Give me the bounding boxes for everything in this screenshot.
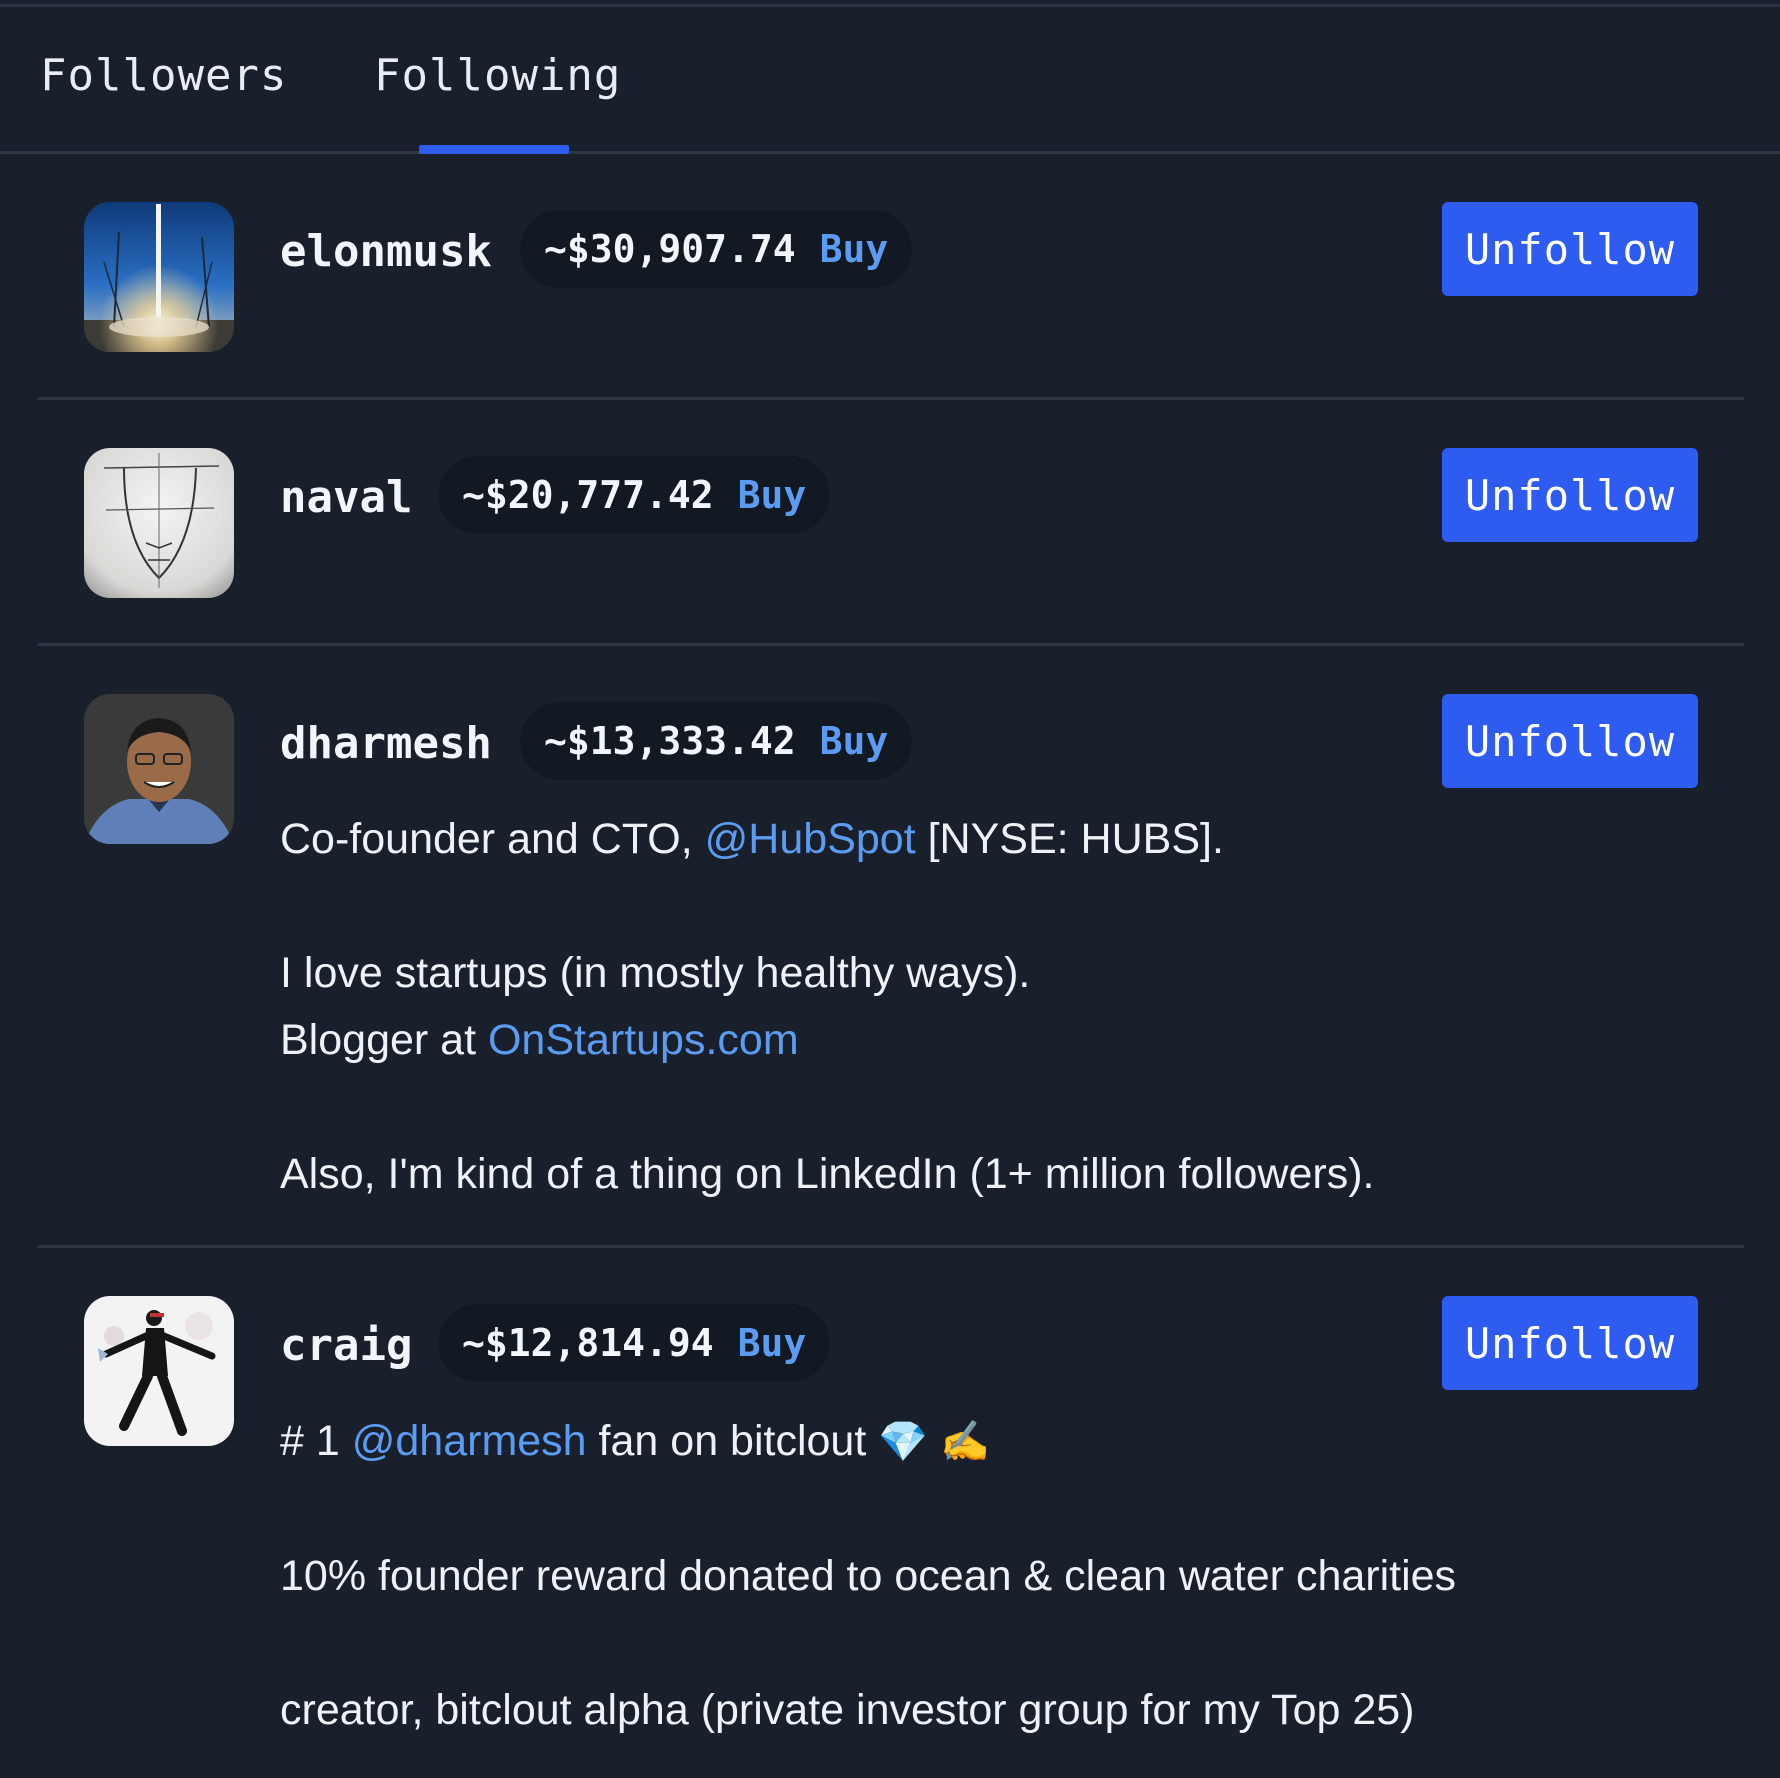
bio-spacer: [280, 1610, 1520, 1677]
bio-text: Blogger at: [280, 1016, 488, 1064]
coin-price: ~$30,907.74: [544, 227, 796, 271]
dancing-figure-avatar-icon: [84, 1296, 234, 1446]
buy-link[interactable]: Buy: [738, 473, 807, 517]
avatar[interactable]: [84, 202, 234, 352]
list-item: naval ~$20,777.42 Buy Unfollow: [0, 400, 1780, 646]
avatar[interactable]: [84, 448, 234, 598]
buy-link[interactable]: Buy: [820, 227, 889, 271]
onstartups-link[interactable]: OnStartups.com: [488, 1016, 799, 1064]
rocket-launch-avatar-icon: [84, 202, 234, 352]
unfollow-button[interactable]: Unfollow: [1442, 448, 1698, 542]
bio-text: fan on bitclout: [586, 1417, 867, 1465]
price-pill: ~$12,814.94 Buy: [438, 1304, 831, 1382]
price-pill: ~$30,907.74 Buy: [520, 210, 913, 288]
tab-bar: Followers Following: [0, 0, 1780, 154]
buy-link[interactable]: Buy: [738, 1321, 807, 1365]
bio-line: creator, bitclout alpha (private investo…: [280, 1686, 1415, 1734]
price-pill: ~$20,777.42 Buy: [438, 456, 831, 534]
dharmesh-link[interactable]: @dharmesh: [352, 1417, 587, 1465]
username[interactable]: dharmesh: [280, 718, 492, 769]
bio-line: 10% founder reward donated to ocean & cl…: [280, 1552, 1457, 1600]
bio-text: [NYSE: HUBS].: [915, 815, 1224, 863]
bio-line: Also, I'm kind of a thing on LinkedIn (1…: [280, 1150, 1375, 1198]
bio-spacer: [280, 1074, 1520, 1141]
hubspot-link[interactable]: @HubSpot: [705, 815, 916, 863]
portrait-avatar-icon: [84, 694, 234, 844]
bio-line: Co-founder and CTO, @HubSpot [NYSE: HUBS…: [280, 806, 1520, 873]
gem-icon: 💎: [878, 1420, 929, 1464]
buy-link[interactable]: Buy: [820, 719, 889, 763]
writing-hand-icon: ✍️: [940, 1420, 990, 1464]
bio-line: Blogger at OnStartups.com: [280, 1007, 1520, 1074]
bio-line: I love startups (in mostly healthy ways)…: [280, 949, 1031, 997]
bio-text: # 1: [280, 1417, 352, 1465]
tab-followers[interactable]: Followers: [40, 50, 287, 101]
user-bio: Co-founder and CTO, @HubSpot [NYSE: HUBS…: [280, 806, 1520, 1208]
username[interactable]: craig: [280, 1320, 412, 1371]
list-item: elonmusk ~$30,907.74 Buy Unfollow: [0, 154, 1780, 400]
bio-spacer: [280, 1476, 1520, 1543]
list-item: dharmesh ~$13,333.42 Buy Unfollow Co-fou…: [0, 646, 1780, 1248]
sketch-face-avatar-icon: [84, 448, 234, 598]
following-list: elonmusk ~$30,907.74 Buy Unfollow naval …: [0, 154, 1780, 1778]
unfollow-button[interactable]: Unfollow: [1442, 202, 1698, 296]
bio-text: Co-founder and CTO,: [280, 815, 705, 863]
coin-price: ~$20,777.42: [462, 473, 714, 517]
list-item: craig ~$12,814.94 Buy Unfollow # 1 @dhar…: [0, 1248, 1780, 1778]
following-page: Followers Following elonmusk ~$30,907.74…: [0, 0, 1780, 1778]
avatar[interactable]: [84, 694, 234, 844]
active-tab-indicator: [419, 145, 569, 154]
coin-price: ~$12,814.94: [462, 1321, 714, 1365]
user-bio: # 1 @dharmesh fan on bitclout 💎 ✍️ 10% f…: [280, 1408, 1520, 1744]
price-pill: ~$13,333.42 Buy: [520, 702, 913, 780]
coin-price: ~$13,333.42: [544, 719, 796, 763]
unfollow-button[interactable]: Unfollow: [1442, 1296, 1698, 1390]
bio-line: # 1 @dharmesh fan on bitclout 💎 ✍️: [280, 1408, 1520, 1476]
username[interactable]: naval: [280, 472, 412, 523]
avatar[interactable]: [84, 1296, 234, 1446]
tab-following[interactable]: Following: [374, 50, 621, 101]
username[interactable]: elonmusk: [280, 226, 492, 277]
bio-spacer: [280, 873, 1520, 940]
unfollow-button[interactable]: Unfollow: [1442, 694, 1698, 788]
